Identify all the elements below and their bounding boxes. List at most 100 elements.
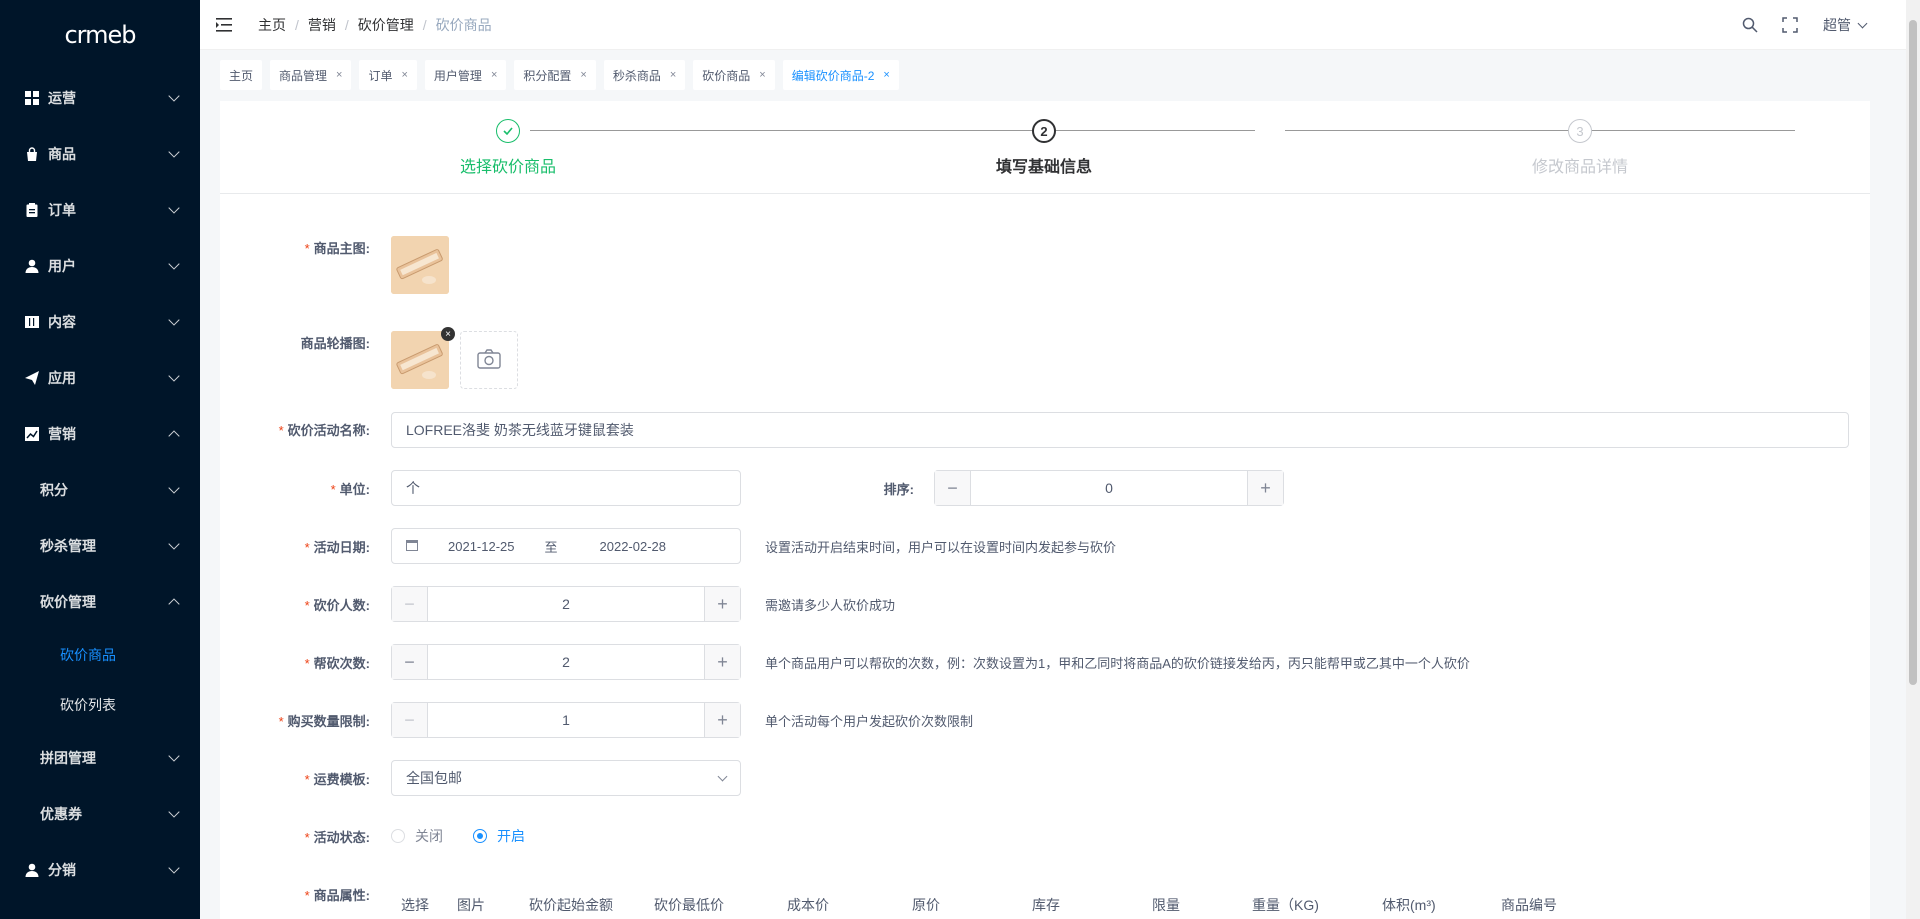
- step-label: 修改商品详情: [1531, 159, 1628, 176]
- logo-text: crmeb: [64, 21, 136, 49]
- minus-icon[interactable]: −: [935, 471, 971, 505]
- plus-icon[interactable]: +: [704, 587, 740, 621]
- leaf-label: 砍价商品: [60, 647, 116, 663]
- check-icon: [496, 119, 520, 143]
- minus-icon[interactable]: −: [392, 645, 428, 679]
- breadcrumb-separator: /: [295, 16, 299, 33]
- tab-0[interactable]: 主页: [220, 60, 263, 90]
- close-icon[interactable]: ×: [670, 69, 676, 81]
- close-icon[interactable]: ×: [883, 69, 889, 81]
- tab-5[interactable]: 秒杀商品 ×: [603, 60, 686, 90]
- status-radio-on[interactable]: 开启: [473, 826, 525, 846]
- scrollbar-thumb[interactable]: [1909, 20, 1917, 685]
- people-hint: 需邀请多少人砍价成功: [765, 598, 896, 613]
- purchase-limit-value[interactable]: 1: [428, 703, 704, 737]
- search-icon[interactable]: [1739, 14, 1761, 36]
- close-icon[interactable]: ×: [491, 69, 497, 81]
- close-icon[interactable]: ×: [336, 69, 342, 81]
- menu-item-users[interactable]: 用户: [0, 238, 200, 294]
- menu-label: 内容: [48, 314, 76, 330]
- chevron-down-icon: [168, 862, 180, 874]
- help-count-value[interactable]: 2: [428, 645, 704, 679]
- help-count-stepper[interactable]: − 2 +: [391, 644, 741, 680]
- minus-icon[interactable]: −: [392, 587, 428, 621]
- top-header: 主页 / 营销 / 砍价管理 / 砍价商品 超管: [200, 0, 1920, 50]
- app-logo[interactable]: crmeb: [0, 0, 200, 70]
- menu-item-content[interactable]: 内容: [0, 294, 200, 350]
- menu-label: 运营: [48, 90, 76, 106]
- menu-item-products[interactable]: 商品: [0, 126, 200, 182]
- tab-label: 砍价商品: [702, 68, 751, 83]
- user-icon: [24, 862, 40, 878]
- submenu-item-group-buy[interactable]: 拼团管理: [0, 730, 200, 786]
- menu-leaf-bargain-list[interactable]: 砍价列表: [0, 680, 200, 730]
- minus-icon[interactable]: −: [392, 703, 428, 737]
- radio-circle: [391, 829, 405, 843]
- carousel-image-thumb[interactable]: [391, 331, 449, 389]
- table-header-cell: 图片: [457, 897, 485, 913]
- breadcrumb-item[interactable]: 主页: [258, 15, 286, 35]
- sort-value[interactable]: 0: [971, 471, 1247, 505]
- plus-icon[interactable]: +: [1247, 471, 1283, 505]
- shipping-template-select[interactable]: 全国包邮: [391, 760, 741, 796]
- tab-1[interactable]: 商品管理 ×: [270, 60, 352, 90]
- date-range-picker[interactable]: 2021-12-25 至 2022-02-28: [391, 528, 741, 564]
- main-image-thumb[interactable]: [391, 236, 449, 294]
- header-actions: 超管: [1739, 0, 1920, 50]
- tab-3[interactable]: 用户管理 ×: [424, 60, 507, 90]
- menu-item-marketing[interactable]: 营销: [0, 406, 200, 462]
- chevron-down-icon: [168, 314, 180, 326]
- page-scrollbar[interactable]: [1906, 0, 1920, 919]
- submenu-item-seckill[interactable]: 秒杀管理: [0, 518, 200, 574]
- chevron-down-icon: [168, 202, 180, 214]
- radio-label: 关闭: [415, 828, 443, 844]
- book-icon: [24, 314, 40, 330]
- chevron-down-icon: [717, 771, 728, 782]
- user-dropdown[interactable]: 超管: [1823, 15, 1868, 35]
- send-icon: [24, 370, 40, 386]
- table-header-cell: 重量（KG): [1252, 897, 1319, 913]
- menu-item-distribution[interactable]: 分销: [0, 842, 200, 898]
- submenu-item-coupons[interactable]: 优惠券: [0, 786, 200, 842]
- sort-stepper[interactable]: − 0 +: [934, 470, 1284, 506]
- people-stepper[interactable]: − 2 +: [391, 586, 741, 622]
- menu-item-operations[interactable]: 运营: [0, 70, 200, 126]
- submenu-item-points[interactable]: 积分: [0, 462, 200, 518]
- chevron-down-icon: [168, 146, 180, 158]
- plus-icon[interactable]: +: [704, 645, 740, 679]
- purchase-limit-hint: 单个活动每个用户发起砍价次数限制: [765, 714, 974, 729]
- remove-image-icon[interactable]: ×: [441, 327, 455, 341]
- tab-2[interactable]: 订单 ×: [359, 60, 417, 90]
- people-value[interactable]: 2: [428, 587, 704, 621]
- unit-input[interactable]: 个: [391, 470, 741, 506]
- status-radio-off[interactable]: 关闭: [391, 826, 443, 846]
- step-3: 3 修改商品详情: [1480, 119, 1680, 177]
- close-icon[interactable]: ×: [401, 69, 407, 81]
- menu-item-apps[interactable]: 应用: [0, 350, 200, 406]
- date-hint: 设置活动开启结束时间，用户可以在设置时间内发起参与砍价: [765, 540, 1117, 555]
- tab-6[interactable]: 砍价商品 ×: [693, 60, 775, 90]
- calendar-icon: [406, 538, 418, 554]
- table-header-cell: 商品编号: [1501, 897, 1557, 913]
- menu-item-orders[interactable]: 订单: [0, 182, 200, 238]
- upload-image-button[interactable]: [460, 331, 518, 389]
- menu-label: 应用: [48, 370, 76, 386]
- purchase-limit-stepper[interactable]: − 1 +: [391, 702, 741, 738]
- menu-leaf-bargain-products[interactable]: 砍价商品: [0, 630, 200, 680]
- submenu-item-bargain[interactable]: 砍价管理: [0, 574, 200, 630]
- close-icon[interactable]: ×: [759, 69, 765, 81]
- tags-view: 主页 商品管理 × 订单 × 用户管理 × 积分配置 × 秒杀商品 × 砍价商品 × 编辑砍价商品-2 ×: [200, 50, 1906, 100]
- chevron-down-icon: [168, 482, 180, 494]
- tab-label: 主页: [229, 68, 254, 83]
- fullscreen-icon[interactable]: [1779, 14, 1801, 36]
- tab-7[interactable]: 编辑砍价商品-2 ×: [782, 60, 899, 90]
- grid-icon: [24, 90, 40, 106]
- breadcrumb-item[interactable]: 砍价管理: [358, 15, 414, 35]
- plus-icon[interactable]: +: [704, 703, 740, 737]
- close-icon[interactable]: ×: [580, 69, 586, 81]
- menu-toggle-icon[interactable]: [216, 17, 234, 33]
- tab-4[interactable]: 积分配置 ×: [514, 60, 596, 90]
- unit-label: * 单位:: [330, 482, 370, 497]
- activity-name-input[interactable]: LOFREE洛斐 奶茶无线蓝牙键鼠套装: [391, 412, 1849, 448]
- breadcrumb-item[interactable]: 营销: [308, 15, 336, 35]
